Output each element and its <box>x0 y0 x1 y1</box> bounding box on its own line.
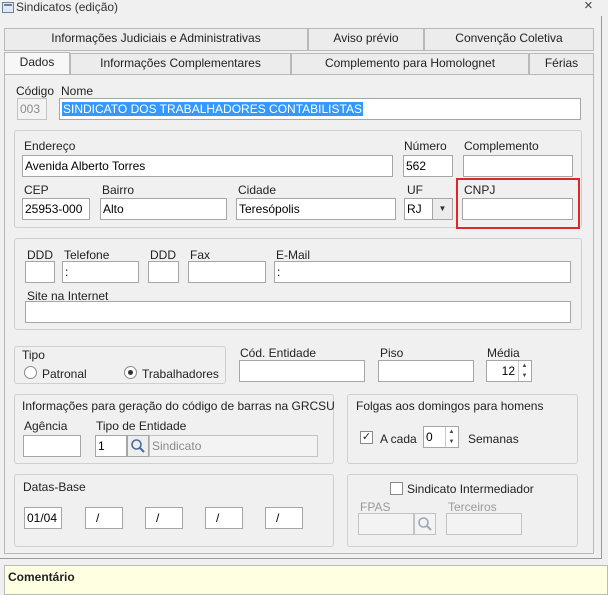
window-title: Sindicatos (edição) <box>16 0 119 14</box>
ddd-fax-label: DDD <box>150 248 176 262</box>
data-base-4[interactable]: / <box>205 507 243 529</box>
tab-dados[interactable]: Dados <box>4 52 70 75</box>
piso-label: Piso <box>380 346 404 360</box>
nome-label: Nome <box>61 84 94 98</box>
folgas-spinner[interactable]: ▲ ▼ <box>445 427 457 447</box>
cnpj-field[interactable] <box>462 198 573 220</box>
data-base-2[interactable]: / <box>85 507 123 529</box>
bairro-label: Bairro <box>102 183 135 197</box>
folgas-label: Folgas aos domingos para homens <box>356 399 544 413</box>
cod-entidade-label: Cód. Entidade <box>240 346 317 360</box>
tab-aviso-previo[interactable]: Aviso prévio <box>308 28 424 51</box>
complemento-label: Complemento <box>464 139 539 153</box>
close-icon[interactable]: × <box>584 0 593 14</box>
endereco-field[interactable]: Avenida Alberto Torres <box>22 155 393 177</box>
fax-label: Fax <box>190 248 211 262</box>
agencia-field[interactable] <box>23 435 81 457</box>
codigo-field[interactable]: 003 <box>17 98 47 120</box>
tipo-entidade-desc: Sindicato <box>149 435 318 457</box>
bairro-field[interactable]: Alto <box>100 198 227 220</box>
intermediador-label: Sindicato Intermediador <box>407 482 534 496</box>
cod-entidade-field[interactable] <box>239 360 365 382</box>
site-field[interactable] <box>25 301 571 323</box>
window-app-icon <box>2 2 14 13</box>
uf-select[interactable]: RJ <box>404 198 434 220</box>
cnpj-label: CNPJ <box>464 183 496 197</box>
acada-label: A cada <box>380 432 417 446</box>
tipo-entidade-field[interactable]: 1 <box>95 435 127 457</box>
data-base-1[interactable]: 01/04 <box>24 507 62 529</box>
numero-field[interactable]: 562 <box>403 155 453 177</box>
cidade-field[interactable]: Teresópolis <box>236 198 396 220</box>
comentario-label: Comentário <box>8 570 75 584</box>
search-icon <box>418 517 432 531</box>
tab-informacoes-complementares[interactable]: Informações Complementares <box>70 53 291 75</box>
semanas-label: Semanas <box>468 432 519 446</box>
numero-label: Número <box>404 139 447 153</box>
grcsu-label: Informações para geração do código de ba… <box>22 399 335 413</box>
patronal-label: Patronal <box>42 367 87 381</box>
tab-convencao-coletiva[interactable]: Convenção Coletiva <box>424 28 594 51</box>
trabalhadores-label: Trabalhadores <box>142 367 219 381</box>
tab-ferias[interactable]: Férias <box>529 53 594 75</box>
chevron-down-icon[interactable]: ▼ <box>432 198 453 220</box>
fax-field[interactable] <box>188 261 266 283</box>
media-spinner[interactable]: ▲ ▼ <box>518 361 530 381</box>
telefone-field[interactable]: : <box>62 261 139 283</box>
cep-field[interactable]: 25953-000 <box>22 198 90 220</box>
folgas-checkbox[interactable]: ✓ <box>360 431 373 444</box>
endereco-label: Endereço <box>24 139 76 153</box>
ddd-fax-field[interactable] <box>148 261 179 283</box>
telefone-label: Telefone <box>64 248 110 262</box>
tipo-entidade-lookup-button[interactable] <box>127 435 149 457</box>
datas-base-label: Datas-Base <box>23 480 86 494</box>
radio-trabalhadores[interactable] <box>124 366 137 379</box>
data-base-5[interactable]: / <box>265 507 303 529</box>
cidade-label: Cidade <box>238 183 277 197</box>
terceiros-label: Terceiros <box>448 500 497 514</box>
ddd-telefone-field[interactable] <box>25 261 55 283</box>
radio-patronal[interactable] <box>24 366 37 379</box>
media-label: Média <box>487 346 520 360</box>
fpas-label: FPAS <box>360 500 391 514</box>
uf-label: UF <box>407 183 423 197</box>
tab-informacoes-judiciais[interactable]: Informações Judiciais e Administrativas <box>4 28 308 51</box>
email-field[interactable]: : <box>274 261 571 283</box>
fpas-lookup-button <box>414 513 436 535</box>
tipo-label: Tipo <box>22 348 45 362</box>
tab-complemento-homolognet[interactable]: Complemento para Homolognet <box>291 53 529 75</box>
search-icon <box>131 439 145 453</box>
data-base-3[interactable]: / <box>145 507 183 529</box>
tipo-entidade-label: Tipo de Entidade <box>96 419 187 433</box>
fpas-field <box>358 513 414 535</box>
piso-field[interactable] <box>378 360 474 382</box>
codigo-label: Código <box>16 84 55 98</box>
agencia-label: Agência <box>24 419 68 433</box>
nome-value: SINDICATO DOS TRABALHADORES CONTABILISTA… <box>62 102 363 116</box>
terceiros-field <box>446 513 522 535</box>
title-bar: Sindicatos (edição) × <box>0 0 608 16</box>
email-label: E-Mail <box>276 248 311 262</box>
ddd-label: DDD <box>27 248 53 262</box>
intermediador-checkbox[interactable] <box>390 482 403 495</box>
nome-field[interactable]: SINDICATO DOS TRABALHADORES CONTABILISTA… <box>59 98 581 120</box>
cep-label: CEP <box>24 183 49 197</box>
comentario-area[interactable]: Comentário <box>4 565 608 595</box>
complemento-field[interactable] <box>463 155 573 177</box>
